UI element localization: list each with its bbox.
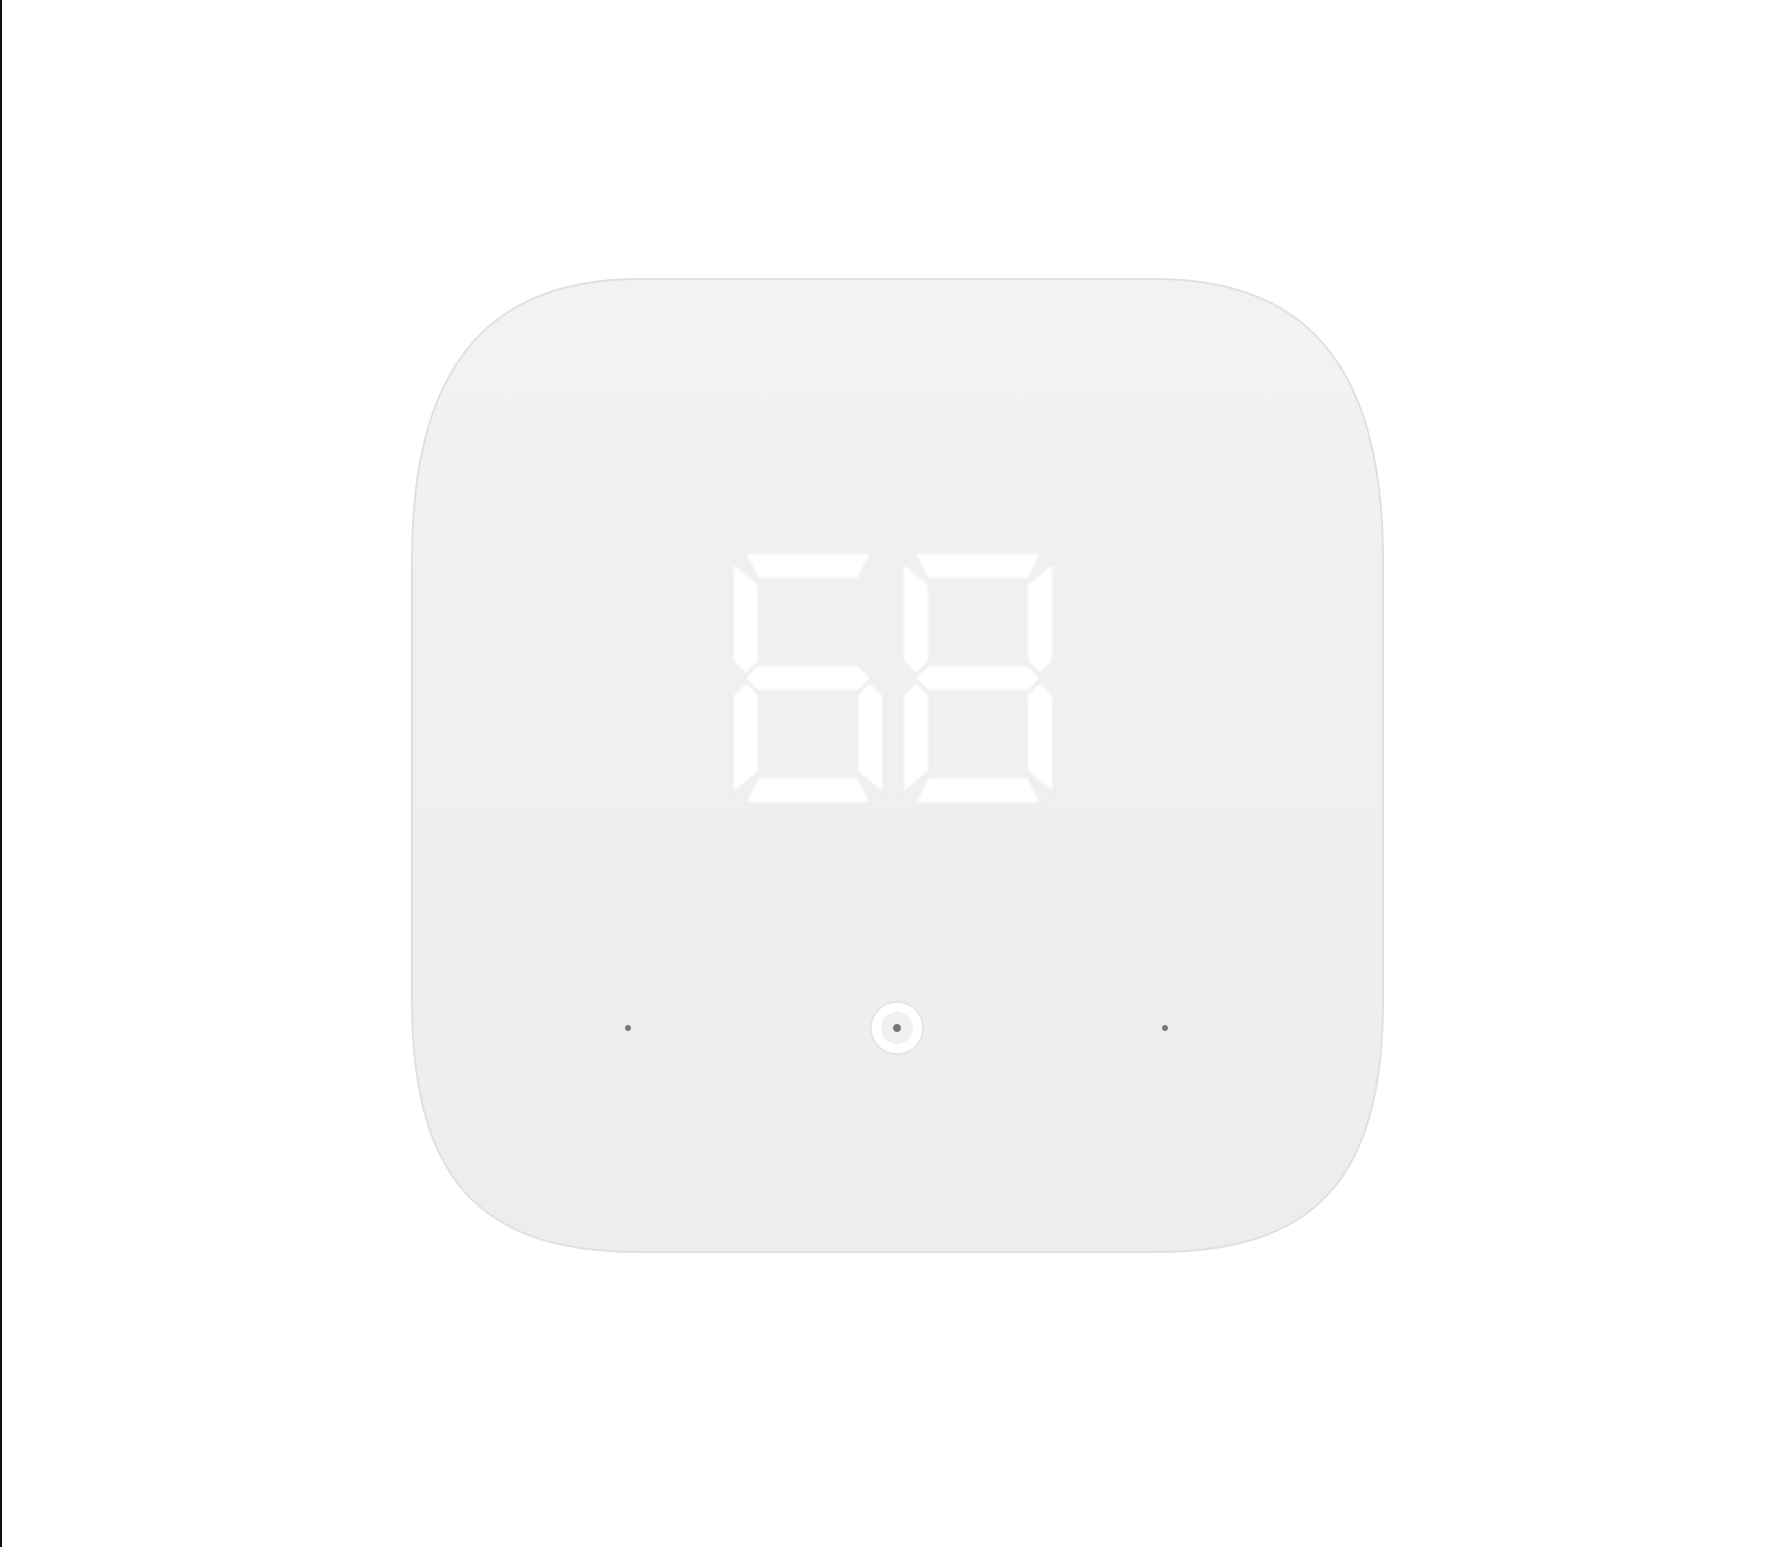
display-value-text: 68 bbox=[733, 553, 1053, 803]
indicator-dot-left-icon bbox=[625, 1025, 631, 1031]
indicator-dot-right-icon bbox=[1162, 1025, 1168, 1031]
center-button[interactable] bbox=[870, 1001, 924, 1055]
